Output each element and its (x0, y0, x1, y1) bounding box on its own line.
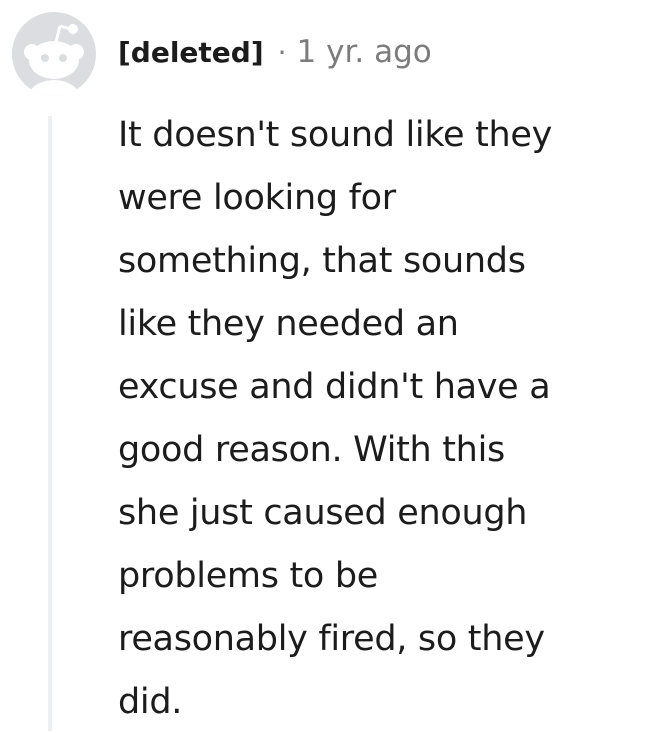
comment-body-line: something, that sounds (118, 241, 526, 281)
comment-header: [deleted] · 1 yr. ago (118, 30, 432, 74)
comment-body-line: did. (118, 682, 183, 722)
comment-timestamp[interactable]: 1 yr. ago (297, 34, 432, 70)
comment-body-line: problems to be (118, 556, 378, 596)
comment-body-line: she just caused enough (118, 493, 528, 533)
comment-body-line: were looking for (118, 178, 396, 218)
comment-body-line: reasonably fired, so they (118, 619, 545, 659)
comment-body-line: good reason. With this (118, 430, 505, 470)
meta-separator: · (277, 35, 287, 69)
comment-body-line: like they needed an (118, 304, 459, 344)
user-avatar[interactable] (12, 12, 96, 96)
comment-body-line: It doesn't sound like they (118, 115, 553, 155)
comment-body-line: excuse and didn't have a (118, 367, 551, 407)
author-username[interactable]: [deleted] (118, 36, 264, 69)
thread-collapse-line[interactable] (48, 116, 52, 731)
comment-body: It doesn't sound like they were looking … (118, 104, 638, 734)
snoo-avatar-icon (24, 24, 84, 96)
